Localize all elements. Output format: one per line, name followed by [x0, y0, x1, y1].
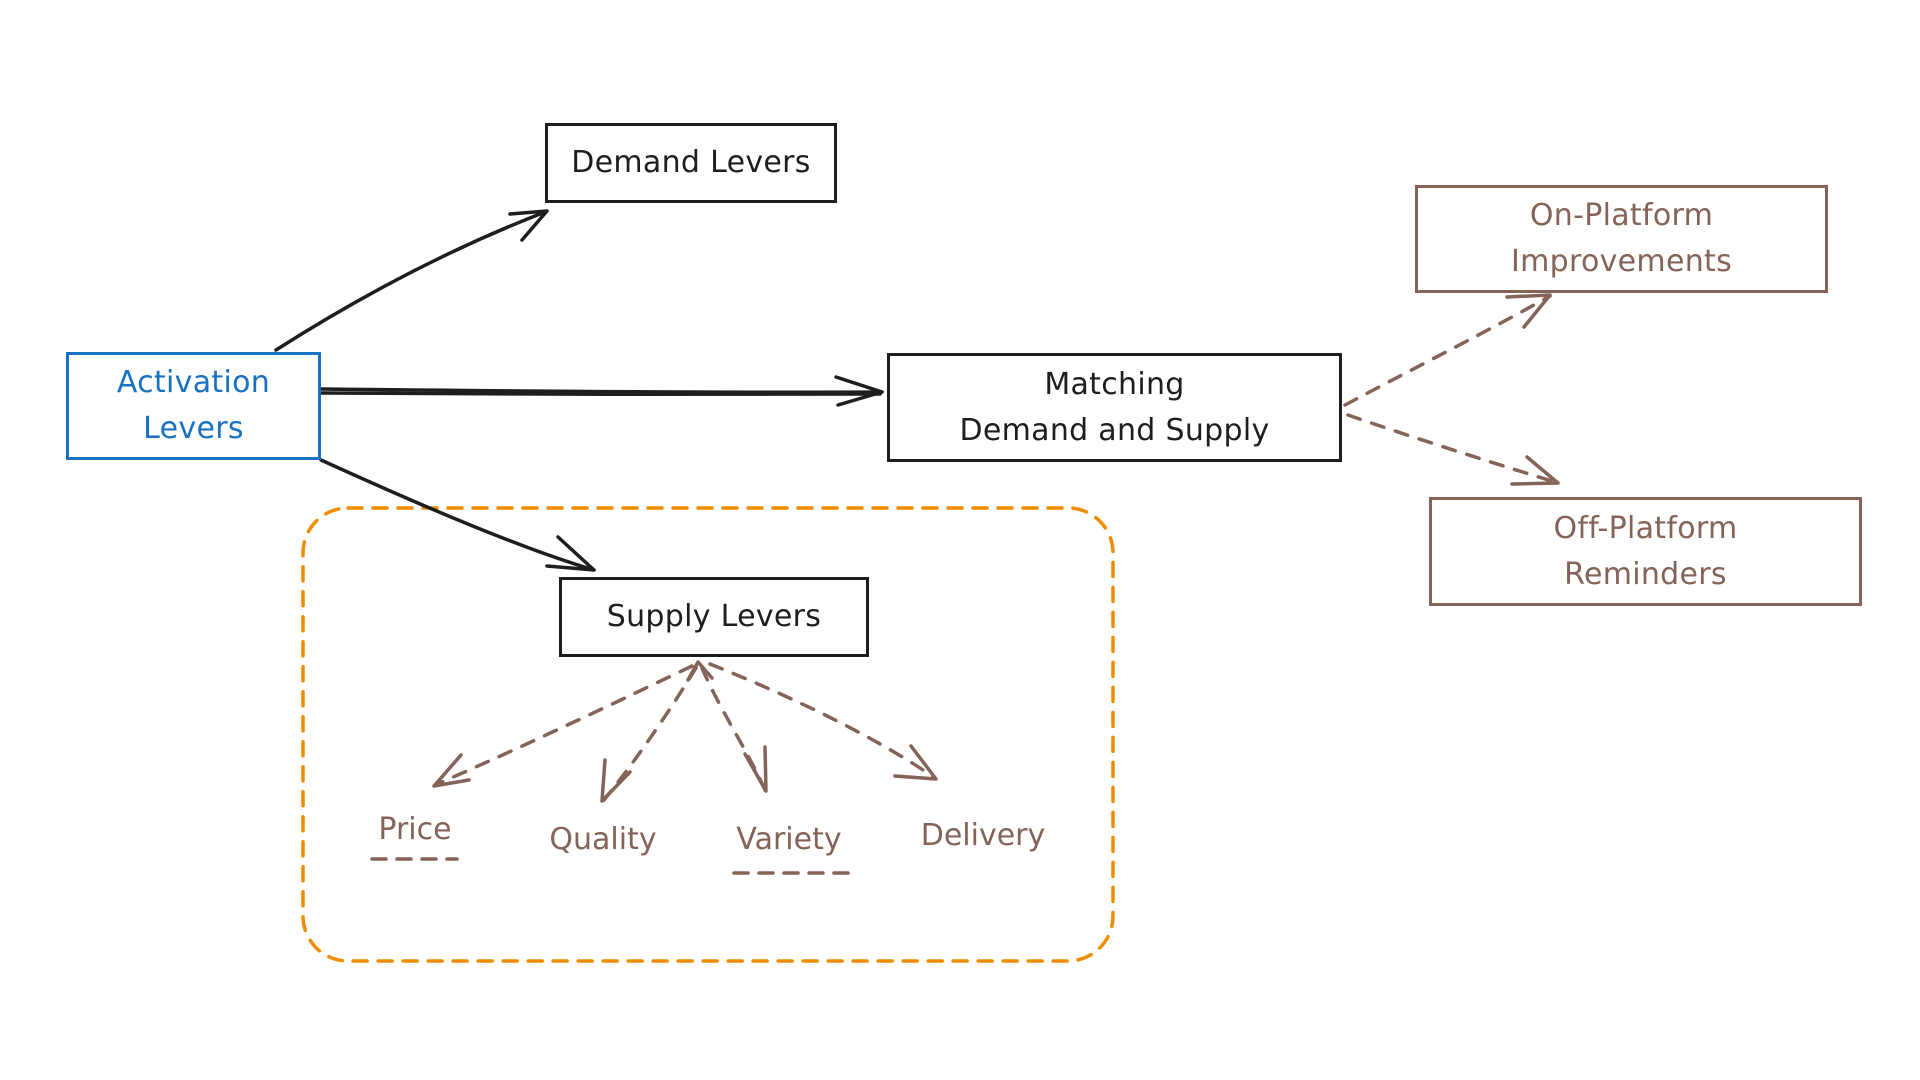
edge-matching-offplatform[interactable]: [1346, 413, 1560, 486]
node-text-line: Improvements: [1510, 244, 1733, 279]
label-variety[interactable]: Variety: [736, 822, 841, 857]
edge-supply-quality[interactable]: [600, 666, 698, 803]
node-text-line: Supply Levers: [606, 599, 822, 634]
node-text-line: Demand and Supply: [959, 412, 1270, 448]
node-activation-levers[interactable]: Activation Levers: [66, 352, 321, 460]
edge-supply-variety[interactable]: [700, 666, 768, 793]
node-demand-levers[interactable]: Demand Levers: [545, 123, 837, 203]
node-matching-demand-supply[interactable]: Matching Demand and Supply: [887, 353, 1342, 462]
node-text-line: On-Platform: [1529, 198, 1714, 233]
arrowhead-icon: [743, 745, 768, 793]
edge-activation-demand[interactable]: [274, 209, 549, 352]
node-text-line: Off-Platform: [1553, 510, 1738, 546]
node-text-line: Reminders: [1564, 556, 1727, 592]
node-off-platform-reminders[interactable]: Off-Platform Reminders: [1429, 497, 1862, 606]
node-supply-levers[interactable]: Supply Levers: [559, 577, 869, 657]
label-price[interactable]: Price: [378, 812, 451, 847]
edge-supply-delivery[interactable]: [686, 660, 938, 781]
edge-activation-supply[interactable]: [319, 458, 596, 572]
node-text-line: Activation: [116, 365, 271, 400]
arrowhead-icon: [600, 758, 632, 803]
edge-matching-onplatform[interactable]: [1343, 293, 1552, 407]
label-quality[interactable]: Quality: [549, 822, 656, 857]
supply-group-frame[interactable]: [301, 506, 1115, 963]
arrowhead-icon: [893, 744, 938, 781]
label-delivery[interactable]: Delivery: [921, 818, 1046, 853]
edge-supply-price[interactable]: [432, 664, 694, 788]
arrowhead-icon: [545, 535, 596, 572]
node-text-line: Matching: [1044, 366, 1185, 402]
edge-activation-matching[interactable]: [319, 375, 884, 407]
node-text-line: Demand Levers: [571, 145, 811, 180]
node-text-line: Levers: [143, 411, 244, 446]
node-on-platform-improvements[interactable]: On-Platform Improvements: [1415, 185, 1828, 293]
